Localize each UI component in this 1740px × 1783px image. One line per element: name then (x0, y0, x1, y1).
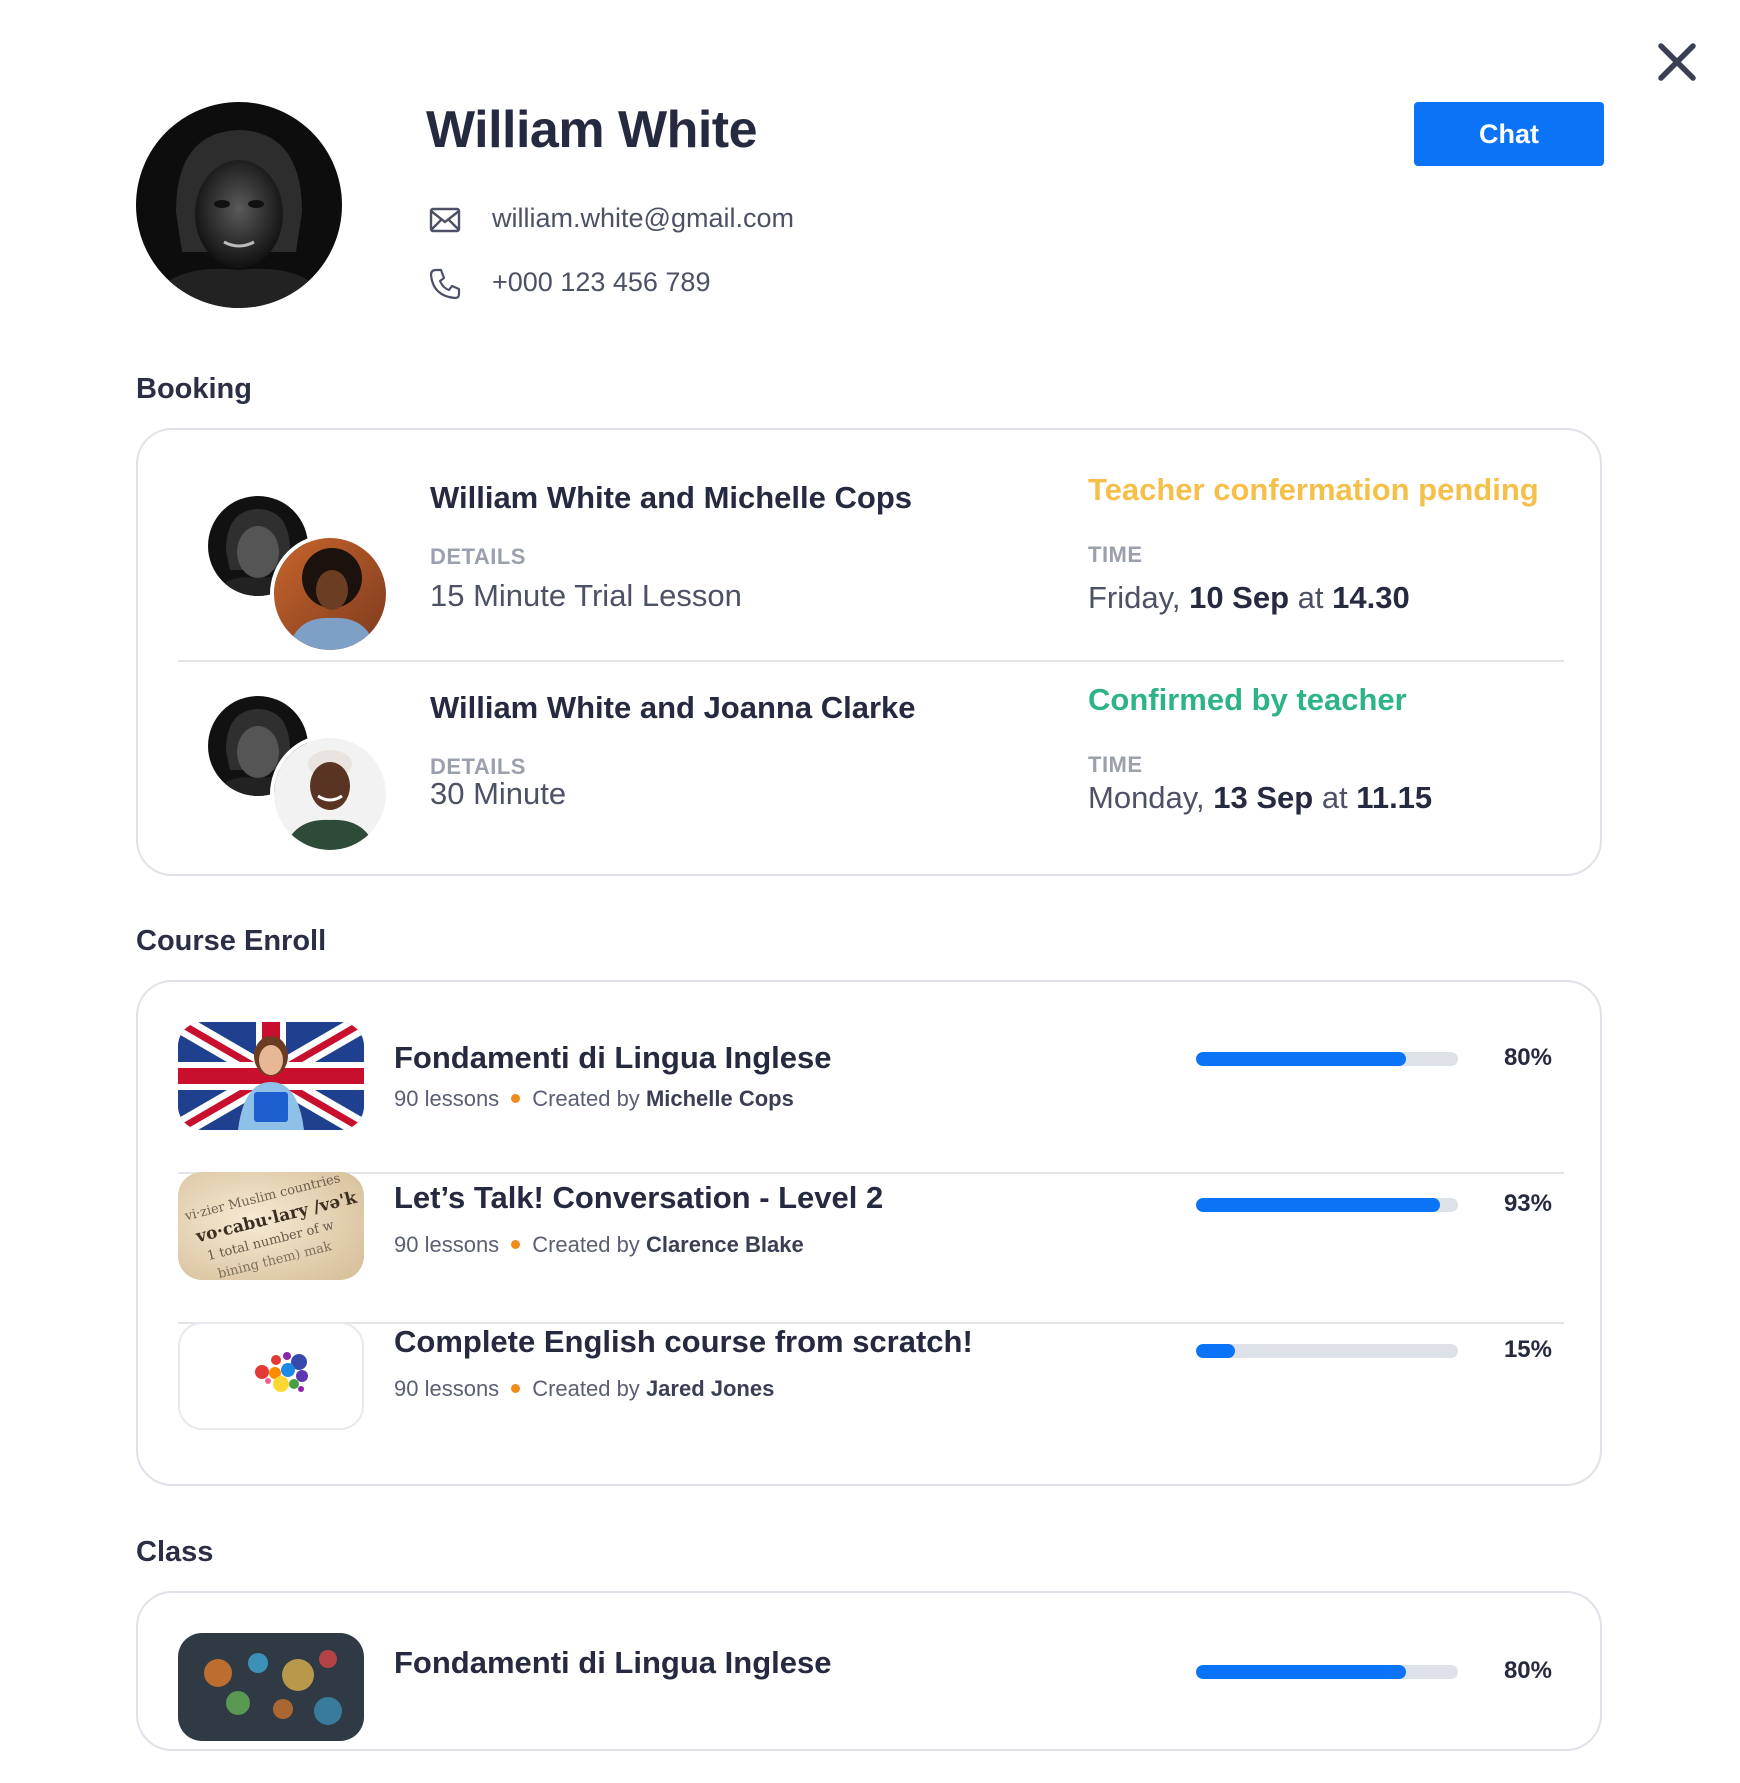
course-author: Clarence Blake (645, 1232, 804, 1257)
booking-time: Monday, 13 Sep at 11.15 (1088, 780, 1433, 815)
course-author: Jared Jones (645, 1376, 775, 1401)
booking-time: Friday, 10 Sep at 14.30 (1088, 580, 1410, 615)
chat-button[interactable]: Chat (1414, 102, 1604, 166)
course-card: Fondamenti di Lingua Inglese 90 lessons C… (136, 980, 1602, 1486)
course-row[interactable]: Complete English course from scratch! 90… (178, 1322, 1564, 1472)
colorful-dots-logo (255, 1352, 308, 1392)
booking-row[interactable]: William White and Michelle Cops DETAILS … (178, 460, 1564, 662)
course-thumbnail: vi·zier Muslim countries vo·cabu·lary /v… (178, 1172, 364, 1280)
lessons-count: 90 lessons (394, 1086, 500, 1111)
progress-bar (1196, 1344, 1458, 1358)
details-label: DETAILS (430, 544, 526, 569)
course-title[interactable]: Let’s Talk! Conversation - Level 2 (394, 1180, 883, 1216)
profile-phone[interactable]: +000 123 456 789 (492, 267, 710, 298)
progress-bar (1196, 1052, 1458, 1066)
course-title[interactable]: Complete English course from scratch! (394, 1324, 973, 1360)
lessons-count: 90 lessons (394, 1232, 500, 1257)
course-author: Michelle Cops (645, 1086, 794, 1111)
course-meta: 90 lessons Created by Jared Jones (394, 1376, 775, 1401)
class-title[interactable]: Fondamenti di Lingua Inglese (394, 1645, 831, 1681)
time-label: TIME (1088, 542, 1143, 567)
class-thumbnail (178, 1633, 364, 1741)
course-row[interactable]: Fondamenti di Lingua Inglese 90 lessons C… (178, 1022, 1564, 1174)
teacher-avatar (270, 734, 390, 854)
progress-percent: 93% (1503, 1190, 1552, 1217)
progress-percent: 80% (1503, 1657, 1552, 1684)
course-row[interactable]: vi·zier Muslim countries vo·cabu·lary /v… (178, 1172, 1564, 1324)
section-title-course: Course Enroll (136, 925, 327, 957)
course-thumbnail (178, 1322, 364, 1430)
progress-percent: 80% (1503, 1044, 1552, 1071)
profile-email[interactable]: william.white@gmail.com (492, 203, 794, 234)
lessons-count: 90 lessons (394, 1376, 500, 1401)
booking-avatars (208, 496, 398, 656)
booking-status: Teacher confermation pending (1088, 472, 1539, 507)
booking-card: William White and Michelle Cops DETAILS … (136, 428, 1602, 876)
progress-bar (1196, 1665, 1458, 1679)
mail-icon (429, 207, 461, 233)
time-label: TIME (1088, 752, 1143, 777)
section-title-booking: Booking (136, 373, 252, 405)
course-meta: 90 lessons Created by Michelle Cops (394, 1086, 794, 1111)
class-card: Fondamenti di Lingua Inglese 80% (136, 1591, 1602, 1751)
profile-name: William White (426, 101, 758, 159)
progress-bar (1196, 1198, 1458, 1212)
close-icon[interactable] (1655, 40, 1699, 84)
details-value: 30 Minute (430, 776, 567, 811)
profile-avatar (136, 102, 342, 308)
class-row[interactable]: Fondamenti di Lingua Inglese 80% (178, 1633, 1564, 1783)
booking-title: William White and Joanna Clarke (430, 690, 916, 725)
course-title[interactable]: Fondamenti di Lingua Inglese (394, 1040, 831, 1076)
booking-status: Confirmed by teacher (1088, 682, 1407, 717)
section-title-class: Class (136, 1536, 214, 1568)
teacher-avatar (270, 534, 390, 654)
progress-percent: 15% (1503, 1336, 1552, 1363)
course-meta: 90 lessons Created by Clarence Blake (394, 1232, 804, 1257)
booking-row[interactable]: William White and Joanna Clarke DETAILS … (178, 660, 1564, 860)
course-thumbnail (178, 1022, 364, 1130)
booking-avatars (208, 696, 398, 856)
booking-title: William White and Michelle Cops (430, 480, 912, 515)
phone-icon (429, 268, 461, 300)
details-value: 15 Minute Trial Lesson (430, 578, 742, 613)
